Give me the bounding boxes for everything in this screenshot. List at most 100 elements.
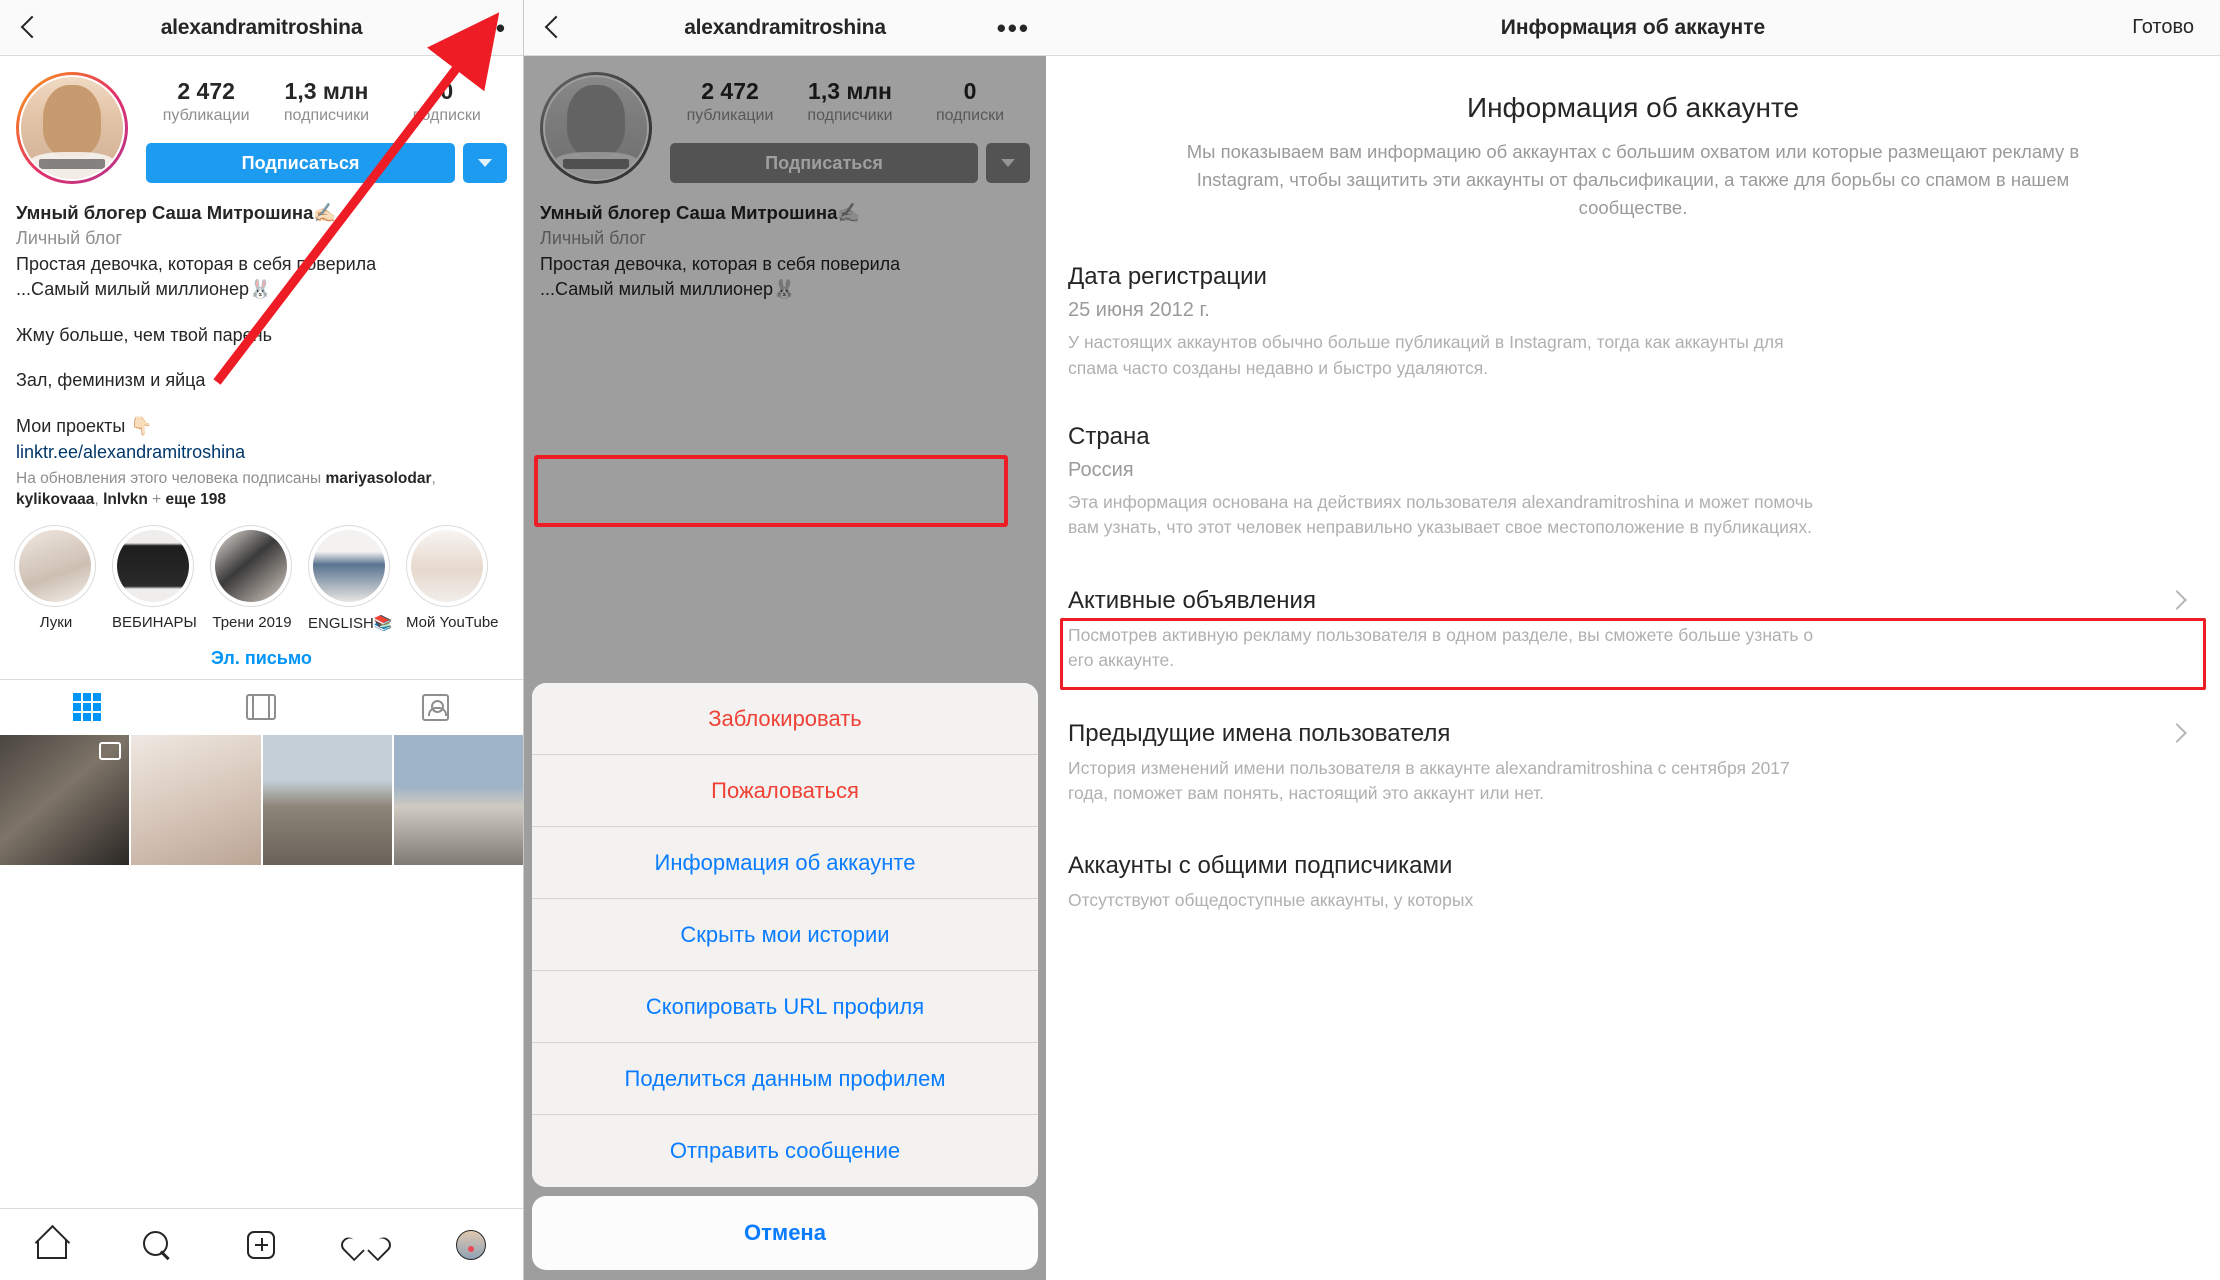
highlight-item[interactable]: ENGLISH📚 [308,524,393,632]
bio-spacer-2 [16,348,507,368]
highlight-label: ENGLISH📚 [308,614,393,632]
section-value: Россия [1068,459,1134,481]
post-thumbnail[interactable] [131,734,261,865]
add-post-icon [247,1230,276,1259]
bio-line-3: Жму больше, чем твой парень [16,324,272,345]
highlight-label: Трени 2019 [212,613,292,631]
followed-by-prefix: На обновления этого человека подписаны [16,470,326,488]
ellipsis-icon[interactable]: ••• [474,15,507,41]
panel-profile: alexandramitroshina ••• 2 472 публикации… [0,0,523,1280]
followed-by-text[interactable]: На обновления этого человека подписаны m… [0,465,523,511]
tab-grid[interactable] [0,680,174,735]
highlight-cover [313,529,385,602]
highlight-cover [19,529,91,602]
followed-by-sep-2: , [94,490,104,508]
followed-by-more[interactable]: еще 198 [166,491,227,508]
post-thumbnail[interactable] [262,734,392,865]
avatar[interactable] [16,72,128,184]
search-icon [142,1230,171,1259]
stat-following[interactable]: 0 подписки [401,78,493,125]
post-thumbnail[interactable] [0,734,130,865]
followed-by-plus: + [147,490,166,508]
bio-spacer-1 [16,303,507,323]
post-grid [0,734,523,865]
followed-by-name-2[interactable]: kylikovaaa [16,491,94,508]
carousel-icon [246,693,277,721]
avatar-caption-band [39,158,105,169]
bio-line-4: Зал, феминизм и яйца [16,370,206,391]
stat-posts-value: 2 472 [177,78,235,104]
carousel-badge-icon [99,741,122,760]
nav-profile[interactable] [418,1229,523,1260]
page-title: Информация об аккаунте [1500,15,1766,39]
nav-add-post[interactable] [209,1230,314,1259]
hero-description: Мы показываем вам информацию об аккаунта… [1186,141,2080,218]
followed-by-name-1[interactable]: mariyasolodar [326,470,432,487]
highlight-item[interactable]: Трени 2019 [210,524,294,632]
stat-followers[interactable]: 1,3 млн подписчики [280,78,372,125]
bio-spacer-3 [16,394,507,414]
profile-tabs [0,678,523,735]
bio-category: Личный блог [16,228,122,249]
action-send-message[interactable]: Отправить сообщение [532,1115,1038,1187]
section-description: Эта информация основана на действиях пол… [1068,492,1813,538]
profile-navbar: alexandramitroshina ••• [0,0,523,56]
chevron-down-icon [478,159,492,167]
bottom-navigation [0,1208,523,1280]
section-shared-followers: Аккаунты с общими подписчиками Отсутству… [1068,806,2198,913]
action-copy-profile-url[interactable]: Скопировать URL профиля [532,971,1038,1043]
page-title: alexandramitroshina [160,15,363,39]
action-report[interactable]: Пожаловаться [532,755,1038,827]
profile-navbar: alexandramitroshina ••• [524,0,1046,56]
action-block[interactable]: Заблокировать [532,683,1038,755]
stat-followers-value: 1,3 млн [284,78,369,104]
action-sheet-group: Заблокировать Пожаловаться Информация об… [532,683,1038,1187]
email-button[interactable]: Эл. письмо [211,648,312,668]
stat-posts-label: публикации [162,107,250,124]
profile-stats-column: 2 472 публикации 1,3 млн подписчики 0 по… [128,72,507,183]
followed-by-name-3[interactable]: lnlvkn [103,491,148,508]
tagged-icon [422,693,450,721]
section-value: 25 июня 2012 г. [1068,299,1210,322]
section-title: Активные объявления [1068,586,1316,614]
stat-posts[interactable]: 2 472 публикации [160,78,252,125]
panel-account-info: Информация об аккаунте Готово Информация… [1046,0,2220,1280]
section-description: История изменений имени пользователя в а… [1068,757,1790,803]
action-account-info[interactable]: Информация об аккаунте [532,827,1038,899]
action-share-profile[interactable]: Поделиться данным профилем [532,1043,1038,1115]
ellipsis-icon[interactable]: ••• [997,15,1030,41]
section-title: Аккаунты с общими подписчиками [1068,852,1453,880]
follow-button[interactable]: Подписаться [146,143,455,183]
highlight-item[interactable]: Мой YouTube [406,524,499,632]
bio-line-5: Мои проекты 👇🏻 [16,416,153,436]
nav-activity[interactable] [314,1231,419,1258]
more-options-dropdown-button[interactable] [463,143,507,183]
section-description: Посмотрев активную рекламу пользователя … [1068,624,1814,671]
nav-home[interactable] [0,1231,105,1259]
section-title: Предыдущие имена пользователя [1068,719,1451,747]
action-hide-stories[interactable]: Скрыть мои истории [532,899,1038,971]
highlight-item[interactable]: Луки [14,524,98,632]
nav-search[interactable] [105,1230,210,1259]
section-title: Дата регистрации [1068,263,1267,291]
highlight-item[interactable]: ВЕБИНАРЫ [112,524,197,632]
home-icon [37,1231,68,1259]
tab-tagged[interactable] [349,680,523,735]
bio-line-1: Простая девочка, которая в себя поверила [16,253,377,274]
three-panel-screenshot: alexandramitroshina ••• 2 472 публикации… [0,0,2220,1280]
bio-external-link[interactable]: linktr.ee/alexandramitroshina [16,440,507,466]
tab-carousel[interactable] [174,680,348,735]
highlight-label: ВЕБИНАРЫ [112,613,197,631]
account-info-body: Информация об аккаунте Мы показываем вам… [1046,56,2220,914]
profile-action-buttons: Подписаться [146,143,507,183]
bio-line-2: ...Самый милый миллионер🐰 [16,279,272,300]
post-thumbnail[interactable] [393,734,523,865]
page-title: alexandramitroshina [684,15,886,39]
cancel-button[interactable]: Отмена [532,1196,1038,1270]
done-button[interactable]: Готово [2132,16,2194,39]
profile-header: 2 472 публикации 1,3 млн подписчики 0 по… [0,56,523,184]
section-previous-usernames[interactable]: Предыдущие имена пользователя История из… [1068,674,2198,807]
section-active-ads[interactable]: Активные объявления Посмотрев активную р… [1068,541,2198,674]
followed-by-sep-1: , [431,470,436,488]
profile-avatar-icon [455,1229,486,1260]
